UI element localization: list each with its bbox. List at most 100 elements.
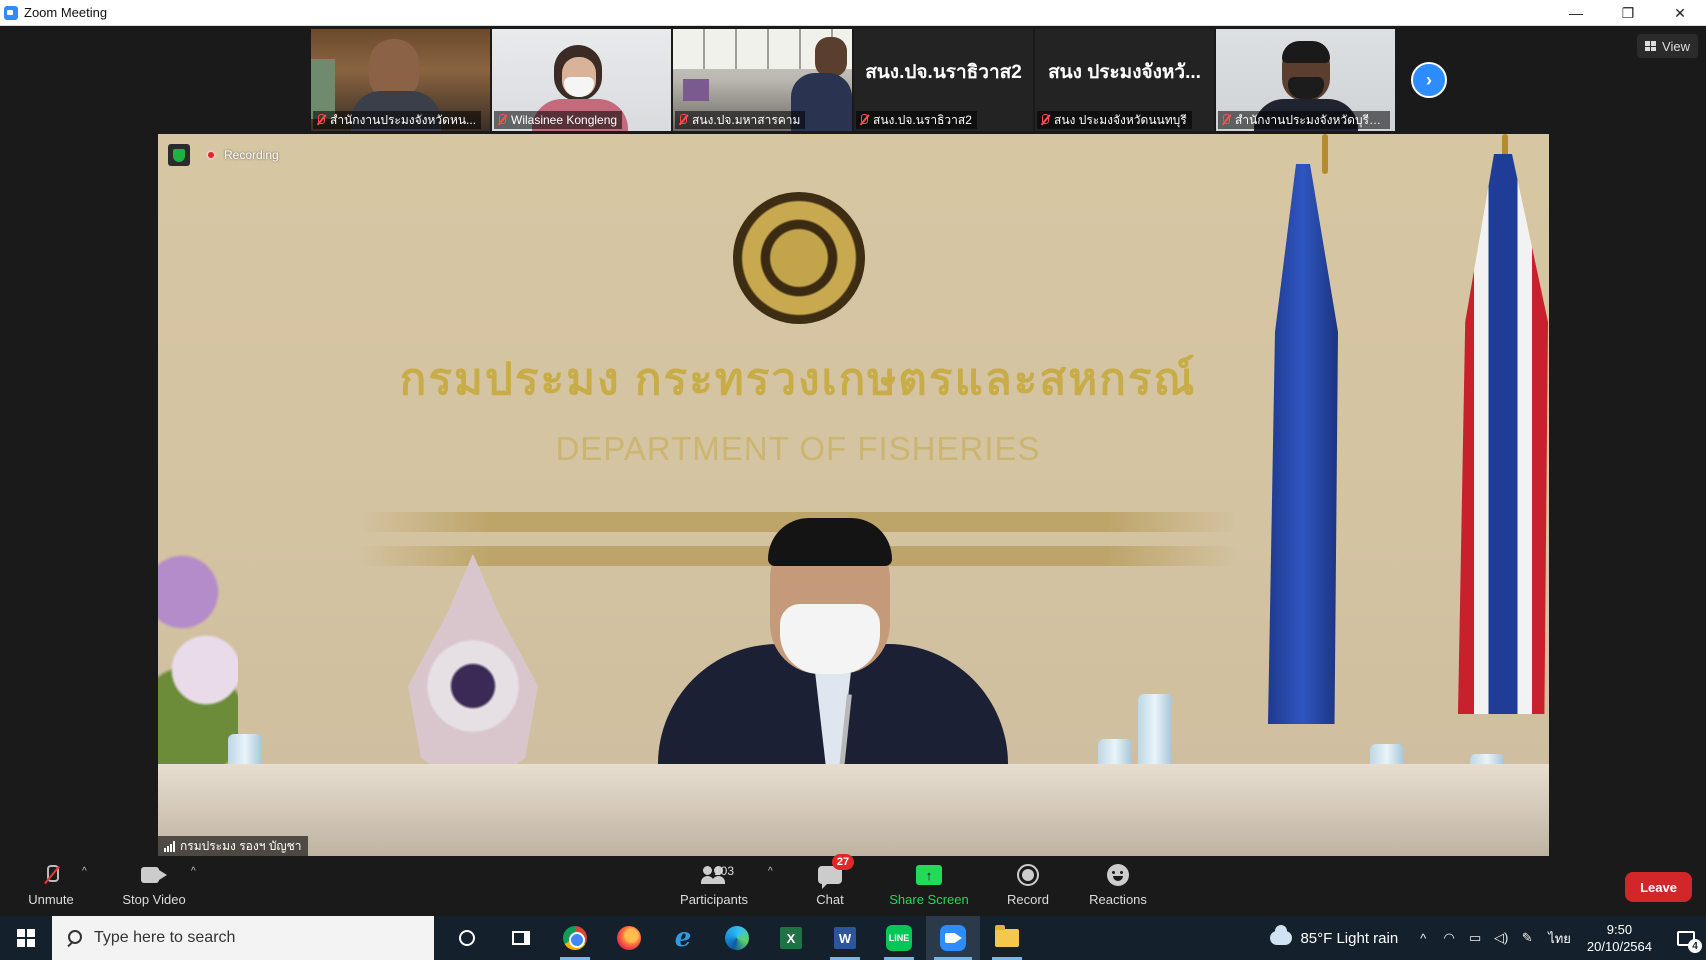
cortana-button[interactable] <box>440 916 494 960</box>
recording-indicator[interactable]: Recording <box>198 144 287 166</box>
minimize-button[interactable]: — <box>1550 0 1602 26</box>
volume-icon[interactable]: ◁) <box>1494 930 1508 945</box>
video-options-caret[interactable]: ^ <box>191 866 196 877</box>
speaker-face-mask <box>780 604 880 674</box>
task-view-button[interactable] <box>494 916 548 960</box>
participant-name: สนง.ปจ.มหาสารคาม <box>692 112 801 127</box>
search-icon <box>66 930 82 946</box>
restore-button[interactable]: ❐ <box>1602 0 1654 26</box>
participant-name: สำนักงานประมงจังหวัดบุรีรั... <box>1235 112 1385 127</box>
reactions-button[interactable]: Reactions <box>1084 862 1152 916</box>
participants-count: 103 <box>714 864 735 878</box>
participant-label: สนง.ปจ.นราธิวาส2 <box>856 111 977 129</box>
mic-muted-icon <box>316 114 326 126</box>
action-center-button[interactable]: 4 <box>1666 916 1706 960</box>
signal-strength-icon <box>164 840 175 852</box>
reactions-label: Reactions <box>1089 892 1147 907</box>
window-controls: — ❐ ✕ <box>1550 0 1706 26</box>
smiley-icon <box>1107 864 1129 886</box>
weather-widget[interactable]: 85°F Light rain <box>1270 925 1398 947</box>
line-taskbar-button[interactable]: LINE <box>872 916 926 960</box>
window-title: Zoom Meeting <box>24 5 108 20</box>
meeting-area: สำนักงานประมงจังหวัดหน... Wilasinee Kong… <box>0 26 1706 856</box>
stop-video-label: Stop Video <box>122 892 186 907</box>
firefox-taskbar-button[interactable] <box>602 916 656 960</box>
participant-thumbnail[interactable]: Wilasinee Kongleng <box>492 29 671 131</box>
taskbar-apps: e X W LINE <box>440 916 1034 960</box>
audio-options-caret[interactable]: ^ <box>82 866 87 877</box>
recording-label: Recording <box>224 148 279 162</box>
unmute-button[interactable]: Unmute <box>20 862 82 916</box>
tray-icons: ^ ◠ ▭ ◁) ✎ <box>1416 930 1534 946</box>
input-language[interactable]: ไทย <box>1548 928 1571 949</box>
chat-label: Chat <box>816 892 844 907</box>
participants-options-caret[interactable]: ^ <box>768 866 773 877</box>
participant-thumbnail[interactable]: สนง.ปจ.มหาสารคาม <box>673 29 852 131</box>
window-titlebar: Zoom Meeting — ❐ ✕ <box>0 0 1706 26</box>
active-speaker-video[interactable]: กรมประมง กระทรวงเกษตรและสหกรณ์ DEPARTMEN… <box>158 134 1549 856</box>
participant-display-name: สนง ประมงจังหวั... <box>1048 62 1201 83</box>
excel-taskbar-button[interactable]: X <box>764 916 818 960</box>
participant-thumbnail[interactable]: สนง.ปจ.นราธิวาส2 สนง.ปจ.นราธิวาส2 <box>854 29 1033 131</box>
excel-icon: X <box>780 927 802 949</box>
windows-logo-icon <box>17 929 35 947</box>
participants-button[interactable]: 103 Participants <box>676 862 752 916</box>
next-page-button[interactable]: › <box>1411 62 1447 98</box>
internet-explorer-icon: e <box>674 923 692 953</box>
microphone-muted-icon <box>44 865 59 885</box>
encryption-shield-icon[interactable] <box>168 144 190 166</box>
pen-icon[interactable]: ✎ <box>1520 930 1534 945</box>
participant-name: สนง ประมงจังหวัดนนทบุรี <box>1054 112 1187 127</box>
notification-count-badge: 4 <box>1688 939 1702 953</box>
close-button[interactable]: ✕ <box>1654 0 1706 26</box>
mic-muted-icon <box>497 114 507 126</box>
participant-name: Wilasinee Kongleng <box>511 113 618 127</box>
participant-thumbnail[interactable]: สำนักงานประมงจังหวัดบุรีรั... <box>1216 29 1395 131</box>
wall-sign-english: DEPARTMENT OF FISHERIES <box>555 430 1041 467</box>
leave-meeting-button[interactable]: Leave <box>1625 872 1692 902</box>
view-button[interactable]: View <box>1637 34 1698 58</box>
ie-taskbar-button[interactable]: e <box>656 916 710 960</box>
chrome-taskbar-button[interactable] <box>548 916 602 960</box>
chat-button[interactable]: 27 Chat <box>806 854 854 916</box>
clock-time: 9:50 <box>1606 922 1633 937</box>
mic-muted-icon <box>1221 114 1231 126</box>
speaker-name-label: กรมประมง รองฯ บัญชา <box>158 836 308 856</box>
share-screen-button[interactable]: ↑ Share Screen <box>884 862 974 916</box>
battery-icon[interactable]: ▭ <box>1468 930 1482 945</box>
taskbar-clock[interactable]: 9:50 20/10/2564 <box>1587 921 1652 955</box>
record-button[interactable]: Record <box>998 862 1058 916</box>
video-camera-icon <box>141 867 167 883</box>
unmute-label: Unmute <box>28 892 74 907</box>
windows-taskbar: Type here to search e X W LINE 85°F Ligh… <box>0 916 1706 960</box>
taskbar-search-box[interactable]: Type here to search <box>52 916 434 960</box>
zoom-taskbar-button[interactable] <box>926 916 980 960</box>
participant-label: สนง ประมงจังหวัดนนทบุรี <box>1037 111 1192 129</box>
participant-label: สำนักงานประมงจังหวัดหน... <box>313 111 482 129</box>
conference-table <box>158 764 1549 856</box>
speaker-hair <box>768 518 892 566</box>
participant-label: สำนักงานประมงจังหวัดบุรีรั... <box>1218 111 1390 129</box>
participants-label: Participants <box>680 892 748 907</box>
clock-date: 20/10/2564 <box>1586 939 1652 954</box>
participant-thumbnail-strip: สำนักงานประมงจังหวัดหน... Wilasinee Kong… <box>311 29 1395 131</box>
system-tray: 85°F Light rain ^ ◠ ▭ ◁) ✎ ไทย 9:50 20/1… <box>1270 916 1706 960</box>
show-hidden-icons-chevron-icon[interactable]: ^ <box>1416 931 1430 946</box>
chrome-icon <box>563 926 587 950</box>
share-screen-label: Share Screen <box>889 892 969 907</box>
edge-taskbar-button[interactable] <box>710 916 764 960</box>
participant-label: สนง.ปจ.มหาสารคาม <box>675 111 806 129</box>
file-explorer-taskbar-button[interactable] <box>980 916 1034 960</box>
word-icon: W <box>834 927 856 949</box>
mic-muted-icon <box>678 114 688 126</box>
participant-thumbnail[interactable]: สำนักงานประมงจังหวัดหน... <box>311 29 490 131</box>
mic-muted-icon <box>859 114 869 126</box>
grid-view-icon <box>1645 41 1657 51</box>
word-taskbar-button[interactable]: W <box>818 916 872 960</box>
participant-thumbnail[interactable]: สนง ประมงจังหวั... สนง ประมงจังหวัดนนทบุ… <box>1035 29 1214 131</box>
wifi-icon[interactable]: ◠ <box>1442 930 1456 945</box>
stop-video-button[interactable]: Stop Video <box>116 862 192 916</box>
speaker-name: กรมประมง รองฯ บัญชา <box>180 838 302 853</box>
start-button[interactable] <box>0 916 52 960</box>
task-view-icon <box>512 931 530 945</box>
